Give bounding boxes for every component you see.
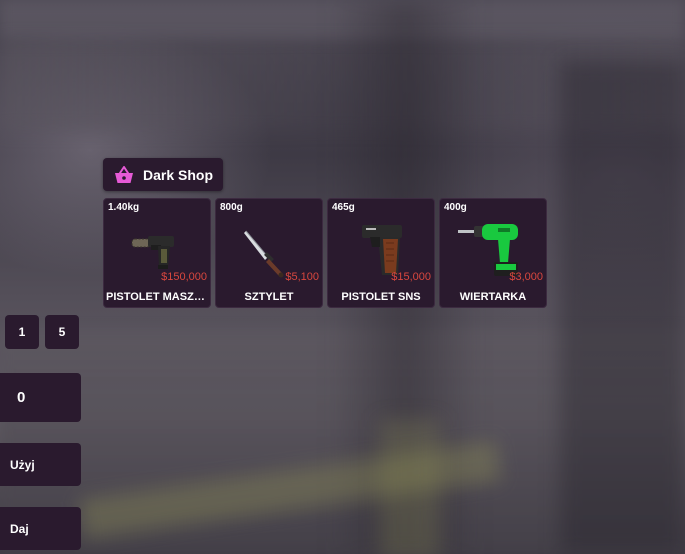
shop-item-drill[interactable]: 400g $3,000 WIERTARKA [439,198,547,308]
shopping-basket-icon [115,165,133,183]
shop-item-machine-pistol[interactable]: 1.40kg $150,000 PISTOLET MASZY... [103,198,211,308]
inventory-ui: Dark Shop 1.40kg $150,000 PISTOLET MASZY… [0,0,685,554]
give-button[interactable]: Daj [0,507,81,550]
shop-item-sns-pistol[interactable]: 465g $15,000 PISTOLET SNS [327,198,435,308]
item-price: $5,100 [285,271,319,283]
item-name: PISTOLET SNS [341,291,421,303]
item-name: WIERTARKA [459,291,527,303]
quantity-1-button[interactable]: 1 [5,315,39,349]
shop-header: Dark Shop [103,158,224,191]
item-weight: 465g [332,202,355,213]
use-button[interactable]: Użyj [0,443,81,486]
item-name: SZTYLET [244,291,294,303]
shop-item-dagger[interactable]: 800g $5,100 SZTYLET [215,198,323,308]
amount-input[interactable]: 0 [0,373,81,422]
item-price: $3,000 [509,271,543,283]
item-name: PISTOLET MASZY... [106,291,208,303]
shop-items-list: 1.40kg $150,000 PISTOLET MASZY... 800g $… [103,198,547,308]
item-price: $150,000 [161,271,207,283]
shop-title: Dark Shop [143,166,214,183]
item-weight: 800g [220,202,243,213]
item-price: $15,000 [391,271,431,283]
item-weight: 1.40kg [108,202,140,213]
item-weight: 400g [444,202,467,213]
quantity-5-button[interactable]: 5 [45,315,79,349]
